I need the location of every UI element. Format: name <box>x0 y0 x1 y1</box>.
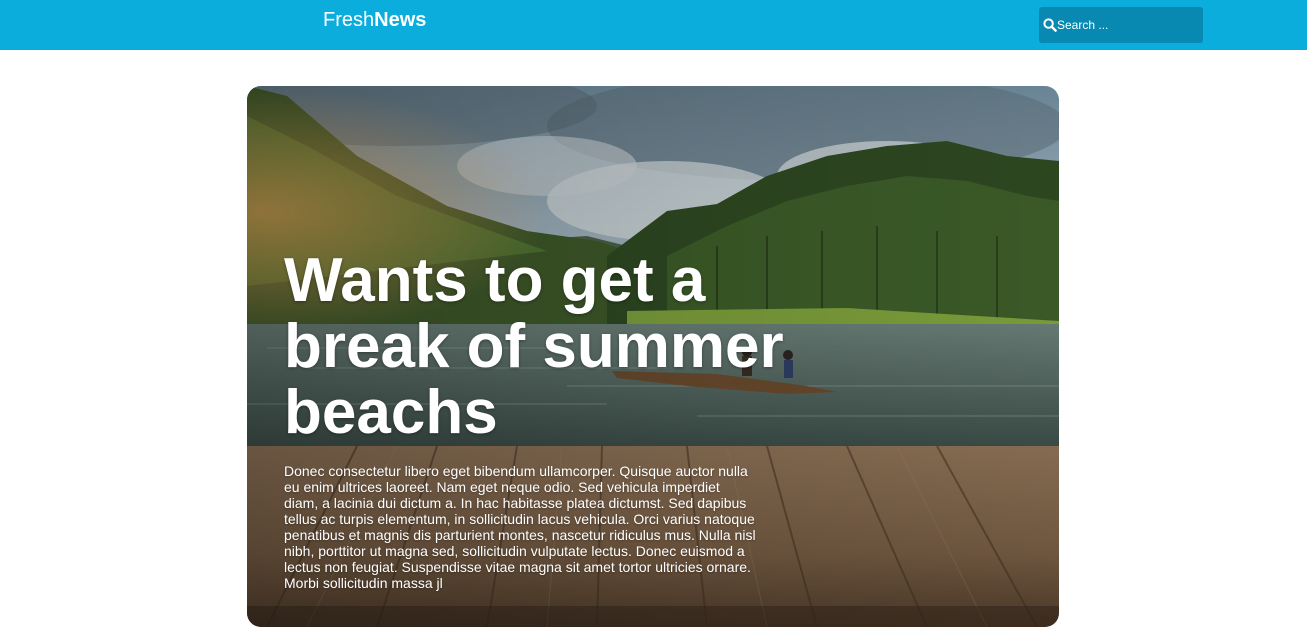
logo-bold-text: News <box>374 9 427 31</box>
article-excerpt: Donec consectetur libero eget bibendum u… <box>284 463 756 591</box>
logo-light-text: Fresh <box>323 9 375 31</box>
search-input[interactable] <box>1057 7 1199 43</box>
site-logo[interactable]: FreshNews <box>323 8 426 32</box>
search-box[interactable] <box>1039 7 1203 43</box>
top-navigation-bar: FreshNews <box>0 0 1307 50</box>
search-icon[interactable] <box>1043 18 1057 32</box>
featured-article-card[interactable]: Wants to get a break of summer beachs Do… <box>247 86 1059 627</box>
article-headline[interactable]: Wants to get a break of summer beachs <box>284 248 804 446</box>
